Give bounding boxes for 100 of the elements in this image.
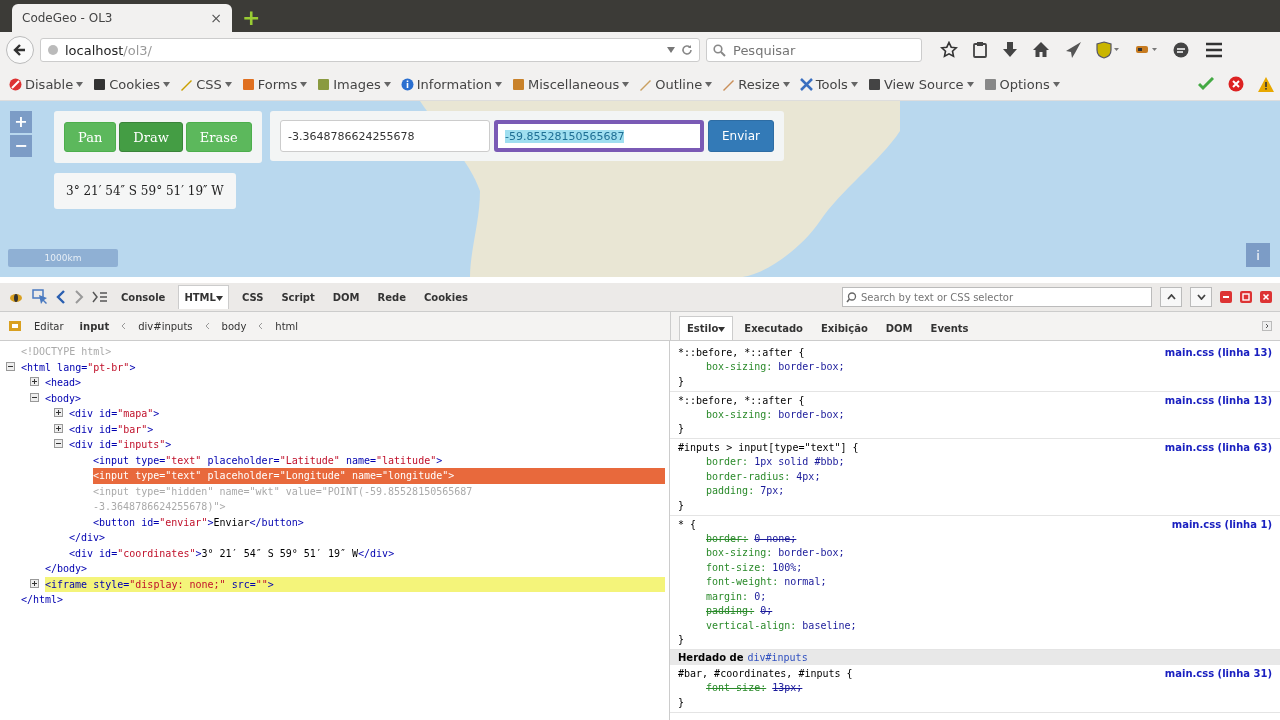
css-declaration[interactable]: padding: 0;	[678, 604, 1272, 619]
address-bar[interactable]: localhost/ol3/	[40, 38, 700, 62]
source-link[interactable]: main.css (linha 13)	[1164, 392, 1272, 408]
toolbar-menu-button[interactable]: Options	[980, 76, 1063, 92]
html-node[interactable]: <div id="mapa">	[69, 406, 160, 422]
html-node[interactable]: <iframe style="display: none;" src="">	[45, 576, 665, 592]
latitude-field[interactable]: -3.3648786624255678	[280, 120, 490, 152]
toolbar-menu-button[interactable]: Resize	[719, 76, 793, 92]
toolbar-menu-button[interactable]: Miscellaneous	[509, 76, 633, 92]
close-tab-button[interactable]: ×	[210, 10, 222, 26]
reload-icon[interactable]	[681, 44, 693, 56]
toolbar-menu-button[interactable]: View Source	[864, 76, 977, 92]
devtools-tab[interactable]: DOM	[327, 285, 365, 309]
home-icon[interactable]	[1032, 41, 1050, 59]
minimize-icon[interactable]	[1220, 291, 1232, 303]
source-link[interactable]: main.css (linha 1)	[1171, 516, 1272, 532]
search-field[interactable]: Pesquisar	[706, 38, 922, 62]
back-button[interactable]	[6, 36, 34, 64]
html-node[interactable]: <body>	[45, 390, 82, 406]
expand-toggle-icon[interactable]	[54, 406, 63, 417]
side-panel-tab[interactable]: Events	[923, 316, 976, 340]
expand-toggle-icon[interactable]	[30, 576, 39, 588]
caret-icon	[383, 81, 391, 87]
toolbar-menu-button[interactable]: Information	[397, 76, 506, 92]
html-node[interactable]: <input type="text" placeholder="Latitude" name="latitude">	[93, 452, 443, 468]
devtools-tab[interactable]: HTML	[178, 285, 229, 309]
css-declaration[interactable]: border-radius: 4px;	[678, 469, 1272, 484]
detach-icon[interactable]	[1240, 291, 1252, 303]
side-panel-tab[interactable]: DOM	[878, 316, 920, 340]
css-declaration[interactable]: padding: 7px;	[678, 484, 1272, 499]
toolbar-menu-button[interactable]: Forms	[238, 76, 311, 92]
html-node[interactable]: <button id="enviar">Enviar</button>	[93, 514, 304, 530]
html-node[interactable]: <div id="bar">	[69, 421, 154, 437]
collapse-toggle-icon[interactable]	[54, 437, 63, 448]
error-icon[interactable]	[1228, 76, 1244, 92]
css-declaration[interactable]: box-sizing: border-box;	[678, 360, 1272, 375]
source-link[interactable]: main.css (linha 31)	[1164, 666, 1272, 681]
shield-icon[interactable]	[1096, 41, 1120, 59]
html-node[interactable]: <html lang="pt-br">	[21, 359, 136, 375]
side-panel-tab[interactable]: Exibição	[813, 316, 875, 340]
browser-tab[interactable]: CodeGeo - OL3 ×	[12, 4, 232, 32]
map-background[interactable]: + − Pan Draw Erase -3.3648786624255678 -59.85528150565687 Enviar 3° 21′ 54″ S 59° 51′ 19″ W 1000km i	[0, 101, 1280, 277]
inspect-icon[interactable]	[32, 289, 48, 305]
css-declaration[interactable]: border: 0 none;	[678, 531, 1272, 546]
toolbar-menu-button[interactable]: Images	[314, 76, 394, 92]
collapse-toggle-icon[interactable]	[6, 359, 15, 371]
command-line-icon[interactable]	[92, 291, 108, 303]
side-panel-tab[interactable]: Estilo	[679, 316, 734, 340]
html-node[interactable]: <head>	[45, 375, 82, 391]
source-link[interactable]: main.css (linha 63)	[1164, 440, 1272, 455]
devtools-tab[interactable]: CSS	[236, 285, 269, 309]
toolbar-menu-button[interactable]: Cookies	[90, 76, 174, 92]
css-declaration[interactable]: box-sizing: border-box;	[678, 407, 1272, 422]
new-tab-button[interactable]: +	[242, 4, 261, 32]
paper-plane-icon[interactable]	[1064, 41, 1082, 59]
edit-button[interactable]: Editar	[30, 320, 68, 332]
css-declaration[interactable]: box-sizing: border-box;	[678, 546, 1272, 561]
html-node[interactable]: <div id="coordinates">3° 21′ 54″ S 59° 51′ 19″ W</div>	[69, 545, 395, 561]
search-field[interactable]: Search by text or CSS selector	[842, 287, 1152, 307]
html-node[interactable]: <div id="inputs">	[69, 437, 172, 453]
css-declaration[interactable]: margin: 0;	[678, 589, 1272, 604]
collapse-toggle-icon[interactable]	[30, 390, 39, 402]
devtools-tab[interactable]: Console	[116, 285, 171, 309]
breadcrumb-link[interactable]: div#inputs	[134, 320, 197, 332]
submit-button[interactable]: Enviar	[708, 120, 774, 152]
css-selector: *::before, *::after {	[678, 393, 805, 408]
toolbar-menu-button[interactable]: CSS	[177, 76, 235, 92]
element-link[interactable]: div#inputs	[747, 652, 808, 663]
checkmark-icon[interactable]	[1198, 77, 1214, 91]
toolbar-menu-button[interactable]: Outline	[636, 76, 716, 92]
toolbar-menu-button[interactable]: Tools	[796, 76, 861, 92]
devtools-tab[interactable]: Rede	[372, 285, 411, 309]
dropdown-arrow-icon[interactable]	[667, 47, 675, 53]
chat-bubble-icon[interactable]	[1172, 41, 1190, 59]
css-declaration[interactable]: vertical-align: baseline;	[678, 618, 1272, 633]
longitude-field[interactable]: -59.85528150565687	[494, 120, 704, 152]
devtools-tab[interactable]: Script	[276, 285, 320, 309]
css-declaration[interactable]: border: 1px solid #bbb;	[678, 455, 1272, 470]
breadcrumb-link[interactable]: input	[75, 320, 114, 332]
css-declaration[interactable]: font-size: 100%;	[678, 560, 1272, 575]
toolbar-menu-button[interactable]: Disable	[6, 76, 87, 92]
side-panel-tab[interactable]: Executado	[737, 316, 810, 340]
coordinates-text: 3° 21′ 54″ S 59° 51′ 19″ W	[54, 173, 236, 209]
bookmark-star-icon[interactable]	[940, 41, 958, 59]
breadcrumb-link[interactable]: html	[271, 320, 303, 332]
expand-toggle-icon[interactable]	[54, 421, 63, 433]
css-declaration[interactable]: font-weight: normal;	[678, 575, 1272, 590]
download-icon[interactable]	[1002, 41, 1018, 59]
warning-icon[interactable]	[1258, 76, 1274, 92]
source-link[interactable]: main.css (linha 13)	[1164, 345, 1272, 360]
breadcrumb-link[interactable]: body	[217, 320, 251, 332]
css-declaration[interactable]: font-size: 13px;	[678, 681, 1272, 696]
close-icon[interactable]	[1260, 291, 1272, 303]
menu-icon[interactable]	[1204, 41, 1224, 59]
expand-toggle-icon[interactable]	[30, 375, 39, 386]
next-button[interactable]	[1190, 287, 1212, 307]
previous-button[interactable]	[1160, 287, 1182, 307]
scroll-right-icon[interactable]	[1262, 321, 1272, 331]
clipboard-icon[interactable]	[972, 41, 988, 59]
devtools-tab[interactable]: Cookies	[419, 285, 473, 309]
